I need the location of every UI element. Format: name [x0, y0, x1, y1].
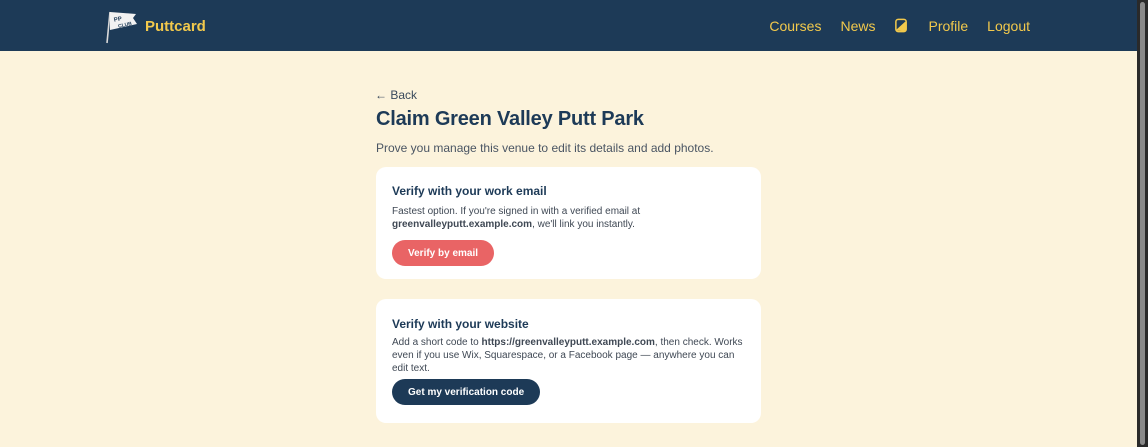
page-title: Claim Green Valley Putt Park: [376, 108, 644, 130]
website-card-description: Add a short code to https://greenvalleyp…: [392, 337, 743, 374]
verify-by-email-button[interactable]: Verify by email: [392, 240, 495, 266]
nav-news-link[interactable]: News: [840, 18, 875, 34]
golf-flag-logo-icon: PP CLUB: [106, 11, 137, 44]
verify-website-card: Verify with your website Add a short cod…: [376, 299, 761, 423]
brand-name: Puttcard: [145, 17, 206, 35]
verify-email-card: Verify with your work email Fastest opti…: [376, 167, 761, 279]
top-navbar: PP CLUB Puttcard Courses News Profile Lo…: [0, 0, 1137, 51]
page-scrollbar[interactable]: [1137, 0, 1148, 447]
theme-toggle-button[interactable]: [894, 18, 909, 33]
email-card-description: Fastest option. If you're signed in with…: [392, 206, 641, 230]
email-domain: greenvalleyputt.example.com: [392, 219, 533, 230]
claim-venue-main: ← Back Claim Green Valley Putt Park Prov…: [375, 86, 761, 423]
brand-home-link[interactable]: PP CLUB Puttcard: [106, 8, 206, 44]
nav-logout-link[interactable]: Logout: [987, 18, 1030, 34]
email-card-heading: Verify with your work email: [392, 184, 547, 198]
page-subtitle: Prove you manage this venue to edit its …: [376, 141, 714, 155]
nav-courses-link[interactable]: Courses: [769, 18, 821, 34]
nav-profile-link[interactable]: Profile: [928, 18, 968, 34]
main-nav: Courses News Profile Logout: [769, 0, 1030, 51]
back-link[interactable]: ← Back: [375, 88, 417, 102]
get-verification-code-button[interactable]: Get my verification code: [392, 379, 541, 405]
scrollbar-thumb[interactable]: [1140, 2, 1145, 445]
website-card-heading: Verify with your website: [392, 317, 529, 331]
theme-toggle-icon: [895, 18, 908, 33]
website-url: https://greenvalleyputt.example.com: [481, 337, 655, 348]
